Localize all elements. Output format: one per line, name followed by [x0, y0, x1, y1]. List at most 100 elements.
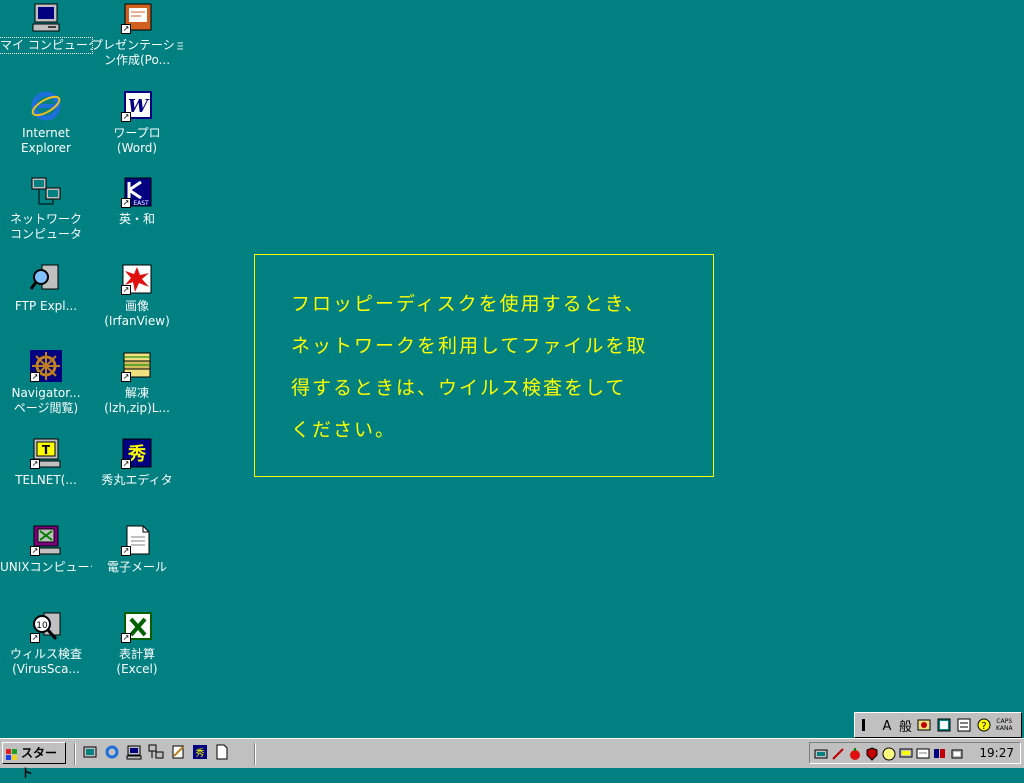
- virus-warning-notice: フロッピーディスクを使用するとき、 ネットワークを利用してファイルを取 得すると…: [254, 254, 714, 477]
- svg-text:W: W: [128, 96, 150, 117]
- computer-icon: [30, 2, 62, 34]
- start-label: スタート: [21, 746, 58, 780]
- caps-label: CAPS: [996, 718, 1013, 725]
- icon-label-line2: Explorer: [21, 141, 71, 155]
- notice-line: フロッピーディスクを使用するとき、: [291, 293, 646, 315]
- shortcut-arrow-icon: ↗: [30, 546, 40, 556]
- ship-wheel-icon: ↗: [30, 350, 62, 382]
- icon-label: マイ コンピュータ: [0, 37, 93, 54]
- notepad-quick-icon[interactable]: [170, 744, 186, 760]
- tray-display-icon[interactable]: [916, 746, 930, 760]
- tray-network-icon[interactable]: [933, 746, 947, 760]
- internet-explorer-quick-icon[interactable]: [104, 744, 120, 760]
- unix-terminal-icon: ↗: [30, 524, 62, 556]
- quick-launch-bar: 秀: [82, 744, 230, 764]
- my-computer-icon-item[interactable]: マイ コンピュータ: [0, 2, 93, 54]
- tray-tool-icon[interactable]: [814, 746, 828, 760]
- icon-label-line1: ネットワーク: [9, 212, 82, 226]
- start-button[interactable]: スタート: [2, 742, 66, 780]
- shortcut-arrow-icon: ↗: [121, 198, 131, 208]
- ime-help-icon[interactable]: ?: [976, 717, 992, 733]
- shortcut-arrow-icon: ↗: [121, 285, 131, 295]
- icon-label-line1: Internet: [22, 126, 70, 140]
- ime-conversion-mode[interactable]: 般: [899, 716, 912, 735]
- document-quick-icon[interactable]: [214, 744, 230, 760]
- icon-label-line2: コンピュータ: [9, 227, 82, 241]
- tray-apple-icon[interactable]: [848, 746, 862, 760]
- shortcut-arrow-icon: ↗: [121, 24, 131, 34]
- internet-explorer-icon: [30, 90, 62, 122]
- notice-line: ネットワークを利用してファイルを取: [291, 335, 648, 357]
- icon-label-line2: (lzh,zip)L...: [104, 401, 170, 415]
- ime-grip-icon[interactable]: [859, 717, 875, 733]
- tray-shield-icon[interactable]: [865, 746, 879, 761]
- network-quick-icon[interactable]: [148, 744, 164, 760]
- powerpoint-icon: ↗: [121, 2, 153, 34]
- ftp-explorer-icon: [29, 263, 62, 295]
- icon-label-line2: (Excel): [116, 662, 158, 676]
- windows-logo-icon: [6, 747, 18, 760]
- document-icon: ↗: [121, 524, 153, 556]
- network-computer-icon-item[interactable]: ネットワーク コンピュータ: [0, 176, 92, 242]
- word-icon-item[interactable]: W ↗ ワープロ (Word): [91, 90, 183, 156]
- computer-quick-icon[interactable]: [126, 744, 142, 760]
- unzip-icon-item[interactable]: ↗ 解凍 (lzh,zip)L...: [91, 350, 183, 416]
- desktop: マイ コンピュータ Internet Explorer ネットワーク コンピュー…: [0, 0, 1024, 738]
- ime-toolbar[interactable]: A 般 ? CAPS KANA: [854, 712, 1022, 738]
- ftp-explorer-icon-item[interactable]: FTP Expl...: [0, 263, 92, 314]
- icon-label-line1: ワープロ: [113, 126, 161, 140]
- taskbar: スタート 秀 19:27: [0, 738, 1024, 780]
- network-icon: [30, 176, 62, 208]
- dictionary-icon: EAST ↗: [121, 176, 153, 208]
- hidemaru-icon-item[interactable]: 秀 ↗ 秀丸エディタ: [91, 437, 183, 488]
- powerpoint-icon-item[interactable]: ↗ プレゼンテーショ ン作成(Po...: [91, 2, 183, 68]
- shortcut-arrow-icon: ↗: [121, 459, 131, 469]
- virus-scan-icon: 10 ↗: [30, 611, 62, 643]
- icon-label-line1: 表計算: [118, 647, 155, 661]
- svg-text:EAST: EAST: [133, 200, 149, 207]
- icon-label-line1: Navigator...: [11, 386, 81, 400]
- icon-label: TELNET(...: [15, 473, 77, 487]
- ime-properties-icon[interactable]: [956, 717, 972, 733]
- icon-label-line1: ウィルス検査: [9, 647, 82, 661]
- icon-label: FTP Expl...: [14, 299, 78, 313]
- word-icon: W ↗: [121, 90, 153, 122]
- ime-caps-kana-indicator: CAPS KANA: [996, 718, 1013, 732]
- tray-pen-icon[interactable]: [831, 746, 845, 760]
- notice-line: 得するときは、ウイルス検査をして: [291, 377, 627, 399]
- taskbar-clock[interactable]: 19:27: [979, 746, 1014, 760]
- icon-label-line2: (VirusSca...: [12, 662, 80, 676]
- svg-text:A: A: [883, 719, 892, 733]
- unix-computer-icon-item[interactable]: ↗ UNIXコンピュータ: [0, 524, 92, 575]
- irfanview-icon-item[interactable]: ↗ 画像 (IrfanView): [91, 263, 183, 329]
- taskbar-separator: [74, 743, 76, 765]
- ime-input-mode-icon[interactable]: A: [879, 717, 895, 734]
- show-desktop-icon[interactable]: [82, 744, 98, 760]
- ime-pad-icon[interactable]: [916, 717, 932, 733]
- svg-text:?: ?: [981, 721, 986, 732]
- virus-scan-icon-item[interactable]: 10 ↗ ウィルス検査 (VirusSca...: [0, 611, 92, 677]
- shortcut-arrow-icon: ↗: [121, 546, 131, 556]
- svg-text:10: 10: [36, 621, 48, 631]
- excel-icon-item[interactable]: ↗ 表計算 (Excel): [91, 611, 183, 677]
- navigator-icon-item[interactable]: ↗ Navigator... ページ閲覧): [0, 350, 92, 416]
- icon-label-line1: 画像: [124, 299, 149, 313]
- tray-face-icon[interactable]: [882, 746, 896, 761]
- icon-label-line2: (IrfanView): [104, 314, 170, 328]
- telnet-icon-item[interactable]: T ↗ TELNET(...: [0, 437, 92, 488]
- dictionary-icon-item[interactable]: EAST ↗ 英・和: [91, 176, 183, 227]
- icon-label: UNIXコンピュータ: [0, 560, 92, 574]
- archive-icon: ↗: [121, 350, 153, 382]
- hidemaru-editor-icon: 秀 ↗: [121, 437, 153, 469]
- hidemaru-quick-icon[interactable]: 秀: [192, 744, 208, 760]
- icon-label-line1: 解凍: [124, 386, 149, 400]
- notice-line: ください。: [291, 419, 397, 441]
- tray-volume-icon[interactable]: [950, 746, 964, 760]
- internet-explorer-icon-item[interactable]: Internet Explorer: [0, 90, 92, 156]
- email-icon-item[interactable]: ↗ 電子メール: [91, 524, 183, 575]
- irfanview-icon: ↗: [121, 263, 153, 295]
- icon-label-line2: (Word): [116, 141, 158, 155]
- shortcut-arrow-icon: ↗: [121, 112, 131, 122]
- tray-monitor-icon[interactable]: [899, 746, 913, 760]
- ime-dictionary-icon[interactable]: [936, 717, 952, 733]
